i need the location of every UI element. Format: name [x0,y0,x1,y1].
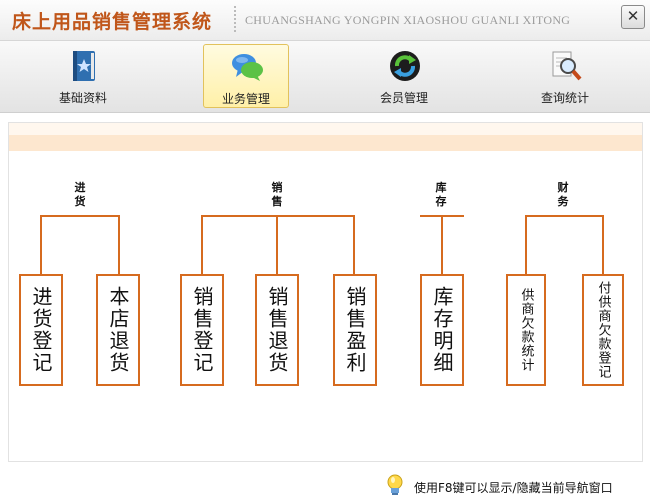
main-toolbar: 基础资料 业务管理 会员管理 查询统计 [0,41,650,113]
group-label-purchase: 进货 [74,181,86,208]
pay-supplier-debt-button[interactable]: 付供商欠款登记 [582,274,624,386]
supplier-debt-stats-label: 供商欠款统计 [518,288,534,372]
tab-basic-data-label: 基础资料 [58,91,107,105]
close-button[interactable]: ✕ [621,5,645,29]
connector [602,215,604,275]
connector [441,215,443,275]
title-bar: 床上用品销售管理系统 CHUANGSHANG YONGPIN XIAOSHOU … [0,0,650,41]
tab-members-label: 会员管理 [379,91,428,105]
connector [201,215,355,217]
title-separator [234,6,236,34]
sales-register-button[interactable]: 销售登记 [180,274,224,386]
connector [40,215,120,217]
panel-header-strip [9,123,642,135]
connector [201,215,203,275]
tab-members[interactable]: 会员管理 [362,44,446,106]
sales-profit-label: 销售盈利 [343,286,367,374]
group-label-sales: 销售 [271,181,283,208]
tab-query-stats-label: 查询统计 [540,91,589,105]
sales-register-label: 销售登记 [190,286,214,374]
tab-basic-data[interactable]: 基础资料 [41,44,125,106]
app-title: 床上用品销售管理系统 [12,11,213,33]
sales-profit-button[interactable]: 销售盈利 [333,274,377,386]
book-icon [73,51,95,81]
tab-query-stats[interactable]: 查询统计 [523,44,607,106]
sales-return-button[interactable]: 销售退货 [255,274,299,386]
magnifier-icon [552,51,582,81]
connector [353,215,355,275]
connector [118,215,120,275]
connector [525,215,527,275]
inventory-detail-button[interactable]: 库存明细 [420,274,464,386]
sales-return-label: 销售退货 [265,286,289,374]
panel-header-band [9,135,642,151]
lightbulb-icon [387,474,403,495]
group-label-inventory: 库存 [435,181,447,208]
tab-business[interactable]: 业务管理 [203,44,289,108]
footer-hint-text: 使用F8键可以显示/隐藏当前导航窗口 [414,481,613,495]
pay-supplier-debt-label: 付供商欠款登记 [595,281,611,379]
chat-bubbles-icon [232,54,263,81]
connector [525,215,604,217]
store-return-button[interactable]: 本店退货 [96,274,140,386]
app-subtitle: CHUANGSHANG YONGPIN XIAOSHOU GUANLI XITO… [245,13,571,27]
connector [276,215,278,275]
supplier-debt-stats-button[interactable]: 供商欠款统计 [506,274,546,386]
inventory-detail-label: 库存明细 [430,286,454,374]
purchase-register-button[interactable]: 进货登记 [19,274,63,386]
sync-arrows-icon [390,51,420,81]
purchase-register-label: 进货登记 [29,286,53,374]
group-label-finance: 财务 [557,181,569,208]
tab-business-label: 业务管理 [221,92,270,106]
store-return-label: 本店退货 [106,286,130,374]
connector [40,215,42,275]
